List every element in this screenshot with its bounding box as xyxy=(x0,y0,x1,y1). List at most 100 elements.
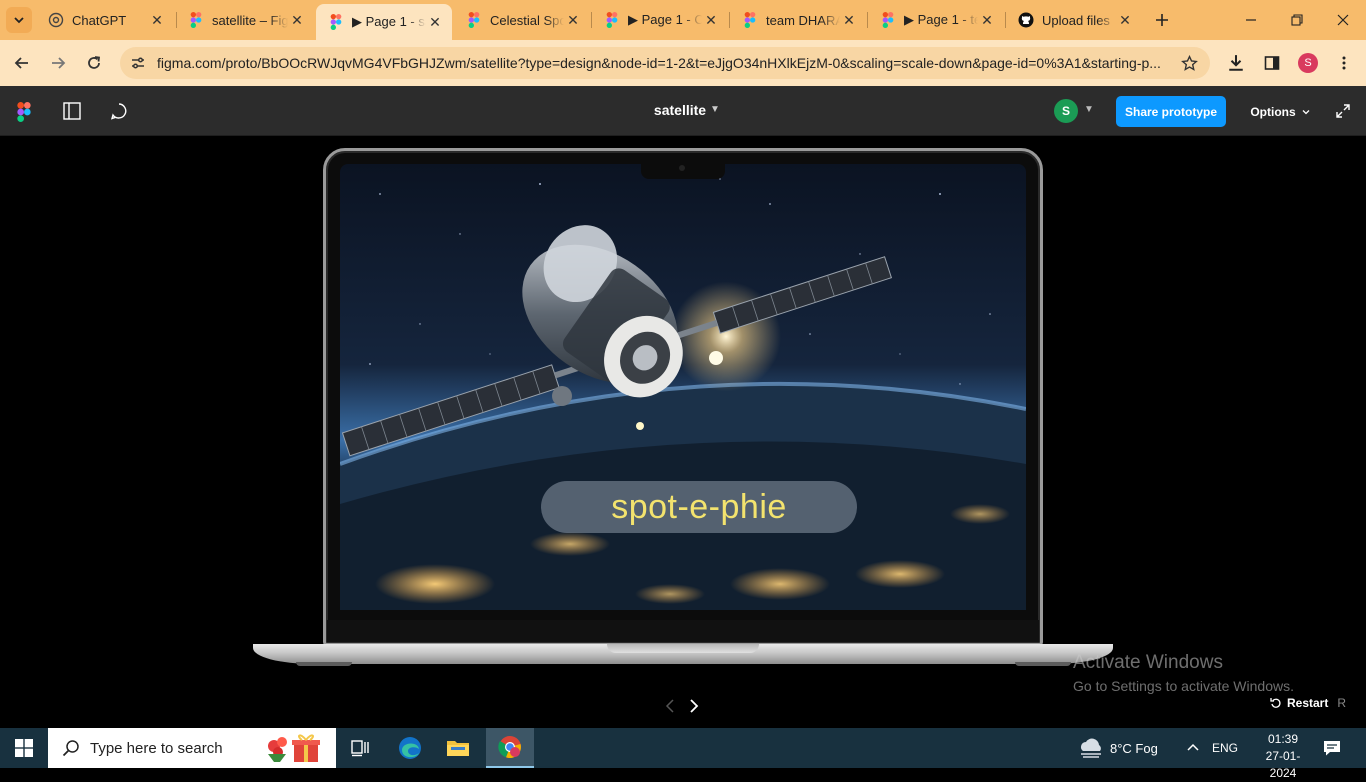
plus-icon xyxy=(1156,14,1168,26)
search-icon xyxy=(62,740,79,757)
github-icon xyxy=(1018,12,1034,28)
notifications-button[interactable] xyxy=(1322,728,1342,768)
tab-title: team DHARA xyxy=(766,12,840,28)
taskbar-search-box[interactable]: Type here to search xyxy=(48,728,336,768)
figma-logo-icon[interactable] xyxy=(16,102,32,122)
close-tab-icon[interactable]: ✕ xyxy=(426,13,444,31)
next-frame-button[interactable] xyxy=(684,696,704,716)
figma-icon xyxy=(466,12,482,28)
tab-title: Upload files xyxy=(1042,12,1110,28)
taskbar-file-explorer[interactable] xyxy=(434,728,482,768)
back-button[interactable] xyxy=(8,49,36,77)
task-view-icon xyxy=(351,740,369,757)
search-placeholder: Type here to search xyxy=(90,739,223,757)
close-tab-icon[interactable]: ✕ xyxy=(978,11,996,29)
tab-team-dhara[interactable]: team DHARA ✕ xyxy=(730,4,866,36)
tab-page1-satellite[interactable]: ▶ Page 1 - satellite ✕ xyxy=(316,4,452,40)
tab-satellite-figma[interactable]: satellite – Figma ✕ xyxy=(176,4,314,36)
start-button[interactable] xyxy=(0,728,48,768)
close-icon xyxy=(1337,14,1349,26)
url-text[interactable]: figma.com/proto/BbOOcRWJqvMG4VFbGHJZwm/s… xyxy=(157,55,1172,71)
tab-title: ▶ Page 1 - Celestial xyxy=(628,12,702,27)
windows-taskbar: Type here to search 8°C Fog ENG 01:39 27… xyxy=(0,728,1366,780)
task-view-button[interactable] xyxy=(336,728,384,768)
frame-navigation xyxy=(660,696,710,716)
figma-icon xyxy=(742,12,758,28)
windows-logo-icon xyxy=(15,739,33,757)
tab-page1-celestial[interactable]: ▶ Page 1 - Celestial ✕ xyxy=(592,4,728,36)
browser-menu-button[interactable] xyxy=(1330,49,1358,77)
options-label: Options xyxy=(1250,104,1296,119)
slide-title-pill[interactable]: spot-e-phie xyxy=(541,481,857,533)
site-settings-icon[interactable] xyxy=(129,54,147,72)
minimize-window-button[interactable] xyxy=(1228,0,1274,40)
new-tab-button[interactable] xyxy=(1150,8,1174,32)
activate-windows-title: Activate Windows xyxy=(1073,652,1223,673)
close-tab-icon[interactable]: ✕ xyxy=(148,11,166,29)
taskbar-chrome[interactable] xyxy=(486,728,534,768)
comment-button[interactable] xyxy=(108,100,130,122)
chevron-left-icon xyxy=(665,699,674,713)
tab-title: Celestial Spot xyxy=(490,12,564,28)
folder-icon xyxy=(447,741,469,756)
sidebar-icon xyxy=(63,102,81,120)
taskbar-edge[interactable] xyxy=(386,728,434,768)
clock-date: 27-01-2024 xyxy=(1265,749,1301,780)
tab-chatgpt[interactable]: ChatGPT ✕ xyxy=(36,4,174,36)
file-title[interactable]: satellite xyxy=(620,102,740,118)
previous-frame-button[interactable] xyxy=(660,696,680,716)
tab-page1-team[interactable]: ▶ Page 1 - team ✕ xyxy=(868,4,1004,36)
chevron-down-icon[interactable]: ▼ xyxy=(1084,104,1094,115)
chevron-down-icon[interactable]: ▼ xyxy=(710,104,720,115)
edge-icon xyxy=(399,737,421,759)
close-tab-icon[interactable]: ✕ xyxy=(1116,11,1134,29)
options-button[interactable]: Options xyxy=(1244,96,1316,127)
share-prototype-button[interactable]: Share prototype xyxy=(1116,96,1226,127)
address-bar[interactable]: figma.com/proto/BbOOcRWJqvMG4VFbGHJZwm/s… xyxy=(120,47,1210,79)
sidebar-toggle-button[interactable] xyxy=(61,100,83,122)
downloads-button[interactable] xyxy=(1222,49,1250,77)
close-window-button[interactable] xyxy=(1320,0,1366,40)
tab-celestial-spot[interactable]: Celestial Spot ✕ xyxy=(454,4,590,36)
gift-icon xyxy=(268,734,320,762)
laptop-base-notch xyxy=(607,644,759,653)
forward-button[interactable] xyxy=(44,49,72,77)
tab-upload-files[interactable]: Upload files ✕ xyxy=(1006,4,1142,36)
restart-button[interactable]: Restart R xyxy=(1270,696,1346,710)
fog-cloud-icon xyxy=(1081,738,1101,758)
restore-window-button[interactable] xyxy=(1274,0,1320,40)
camera-dot xyxy=(679,165,685,171)
close-tab-icon[interactable]: ✕ xyxy=(702,11,720,29)
user-avatar[interactable]: S xyxy=(1054,99,1078,123)
figma-icon xyxy=(328,14,344,30)
reload-icon xyxy=(88,56,101,69)
prototype-canvas: spot-e-phie Activate Windows Go to Setti… xyxy=(0,136,1366,728)
weather-widget[interactable]: 8°C Fog xyxy=(1078,728,1158,768)
tab-search-button[interactable] xyxy=(6,7,32,33)
kebab-menu-icon xyxy=(1342,56,1346,70)
browser-toolbar: figma.com/proto/BbOOcRWJqvMG4VFbGHJZwm/s… xyxy=(0,40,1366,86)
chevron-down-icon xyxy=(1302,109,1310,114)
prototype-screen[interactable]: spot-e-phie xyxy=(340,164,1026,610)
bookmark-star-icon[interactable] xyxy=(1180,54,1198,72)
restart-label: Restart xyxy=(1287,696,1329,710)
activate-windows-watermark: Activate Windows Go to Settings to activ… xyxy=(1073,652,1294,694)
weather-text: 8°C Fog xyxy=(1110,740,1158,756)
fullscreen-button[interactable] xyxy=(1332,100,1354,122)
figma-icon xyxy=(880,12,896,28)
chevron-up-icon xyxy=(1187,743,1199,751)
close-tab-icon[interactable]: ✕ xyxy=(564,11,582,29)
figma-icon xyxy=(188,12,204,28)
chevron-right-icon xyxy=(690,699,699,713)
figma-icon xyxy=(604,12,620,28)
show-hidden-icons-button[interactable] xyxy=(1186,728,1200,768)
profile-avatar: S xyxy=(1298,53,1318,73)
reload-button[interactable] xyxy=(80,49,108,77)
restart-icon xyxy=(1270,698,1281,708)
close-tab-icon[interactable]: ✕ xyxy=(288,11,306,29)
clock[interactable]: 01:39 27-01-2024 xyxy=(1256,731,1310,782)
language-indicator[interactable]: ENG xyxy=(1212,728,1238,768)
side-panel-button[interactable] xyxy=(1258,49,1286,77)
close-tab-icon[interactable]: ✕ xyxy=(840,11,858,29)
profile-button[interactable]: S xyxy=(1294,49,1322,77)
